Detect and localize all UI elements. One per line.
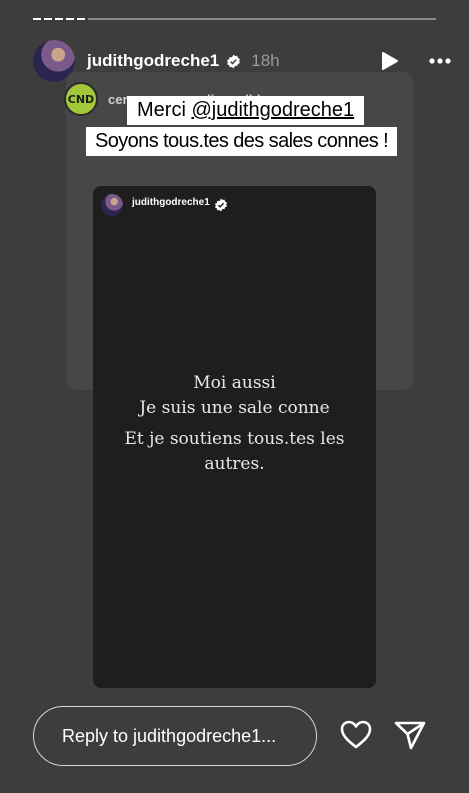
- inner-avatar: [101, 194, 123, 216]
- inner-post[interactable]: judithgodreche1 Moi aussi Je suis une sa…: [93, 186, 376, 688]
- verified-icon: [227, 54, 241, 68]
- more-icon[interactable]: [429, 58, 451, 64]
- caption-line-2: Soyons tous.tes des sales connes !: [86, 127, 398, 156]
- progress-segment: [66, 18, 74, 20]
- inner-post-header: judithgodreche1: [101, 194, 228, 216]
- progress-segment: [33, 18, 41, 20]
- post-time: 18h: [251, 51, 280, 70]
- caption-prefix: Merci: [137, 99, 192, 121]
- text-line: Et je soutiens tous.tes les: [124, 429, 345, 449]
- progress-segment: [88, 18, 436, 20]
- reply-input[interactable]: Reply to judithgodreche1...: [33, 706, 317, 766]
- heart-icon[interactable]: [339, 719, 373, 751]
- cnd-logo: CND: [64, 82, 98, 116]
- text-line: autres.: [204, 454, 265, 474]
- story-viewer: judithgodreche1 18h CND cerveaux_non_dis…: [0, 0, 469, 793]
- username[interactable]: judithgodreche1: [87, 51, 219, 71]
- progress-segment: [55, 18, 63, 20]
- caption-line-1: Merci @judithgodreche1: [127, 96, 365, 125]
- text-line: Je suis une sale conne: [139, 398, 330, 418]
- progress-segment: [44, 18, 52, 20]
- text-line: Moi aussi: [193, 373, 276, 393]
- reply-placeholder: Reply to judithgodreche1...: [62, 725, 277, 746]
- inner-post-text: Moi aussi Je suis une sale conne Et je s…: [93, 371, 376, 477]
- verified-icon: [214, 198, 227, 212]
- mention-link[interactable]: @judithgodreche1: [191, 99, 354, 121]
- story-progress-bar: [33, 18, 436, 21]
- send-icon[interactable]: [393, 719, 427, 751]
- inner-username: judithgodreche1: [132, 196, 210, 208]
- play-icon[interactable]: [379, 51, 399, 71]
- progress-segment: [77, 18, 85, 20]
